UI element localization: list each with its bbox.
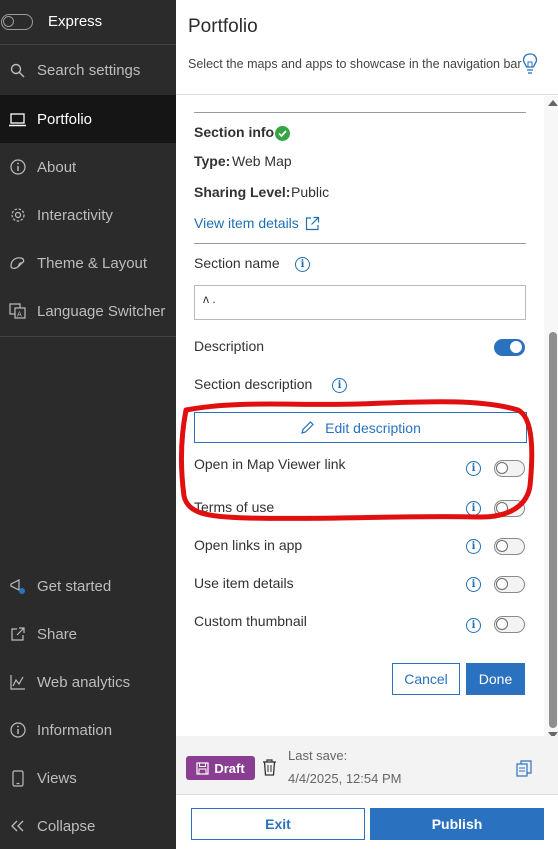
sidebar-item-label: Language Switcher — [37, 302, 166, 320]
view-item-details-link[interactable]: View item details — [194, 215, 299, 231]
open-links-in-app-toggle[interactable] — [494, 538, 525, 555]
exit-button[interactable]: Exit — [191, 808, 365, 840]
analytics-icon — [9, 674, 26, 691]
scrollbar-thumb[interactable] — [549, 332, 557, 728]
section-name-label: Section name — [194, 255, 280, 271]
open-map-viewer-label: Open in Map Viewer link — [194, 456, 346, 472]
type-value: Web Map — [232, 153, 292, 169]
footer-actions: Exit Publish — [176, 794, 558, 849]
search-icon — [9, 62, 26, 79]
sidebar-item-label: Interactivity — [37, 206, 113, 224]
open-links-in-app-label: Open links in app — [194, 537, 303, 553]
language-icon: A — [9, 303, 26, 320]
open-map-viewer-toggle[interactable] — [494, 460, 525, 477]
sidebar-item-label: Collapse — [37, 817, 96, 835]
page-title: Portfolio — [188, 16, 258, 37]
page-subtitle: Select the maps and apps to showcase in … — [188, 57, 522, 71]
type-label: Type: — [194, 153, 231, 169]
sidebar-item-label: About — [37, 158, 77, 176]
sidebar-item-label: Web analytics — [37, 673, 131, 691]
info-icon[interactable]: i — [466, 539, 481, 554]
chevrons-left-icon — [9, 818, 26, 835]
custom-thumbnail-toggle[interactable] — [494, 616, 525, 633]
search-settings[interactable]: Search settings — [0, 46, 176, 94]
lightbulb-icon[interactable] — [522, 52, 538, 81]
terms-of-use-toggle[interactable] — [494, 500, 525, 517]
section-description-label: Section description — [194, 376, 313, 392]
edit-description-button[interactable]: Edit description — [194, 412, 527, 443]
sidebar-item-portfolio[interactable]: Portfolio — [0, 95, 176, 143]
sidebar-item-label: Information — [37, 721, 113, 739]
use-item-details-label: Use item details — [194, 575, 294, 591]
info-icon[interactable]: i — [466, 577, 481, 592]
scroll-up-arrow[interactable] — [548, 100, 558, 106]
laptop-icon — [9, 111, 26, 128]
share-icon — [9, 626, 26, 643]
description-label: Description — [194, 338, 265, 354]
draft-badge: Draft — [186, 756, 255, 780]
trash-icon[interactable] — [262, 759, 277, 781]
check-circle-icon — [275, 126, 290, 146]
sidebar-item-label: Portfolio — [37, 110, 93, 128]
sidebar-item-language-switcher[interactable]: A Language Switcher — [0, 287, 176, 335]
last-save-label: Last save: — [288, 748, 348, 763]
sidebar-item-label: Views — [37, 769, 77, 787]
megaphone-icon — [9, 578, 26, 595]
sidebar-item-information[interactable]: Information — [0, 706, 176, 754]
sidebar-item-label: Theme & Layout — [37, 254, 148, 272]
sidebar-item-label: Get started — [37, 577, 112, 595]
section-info-label: Section info — [194, 124, 275, 140]
phone-icon — [9, 769, 26, 787]
express-mode-toggle-row[interactable]: Express — [0, 0, 176, 44]
info-icon[interactable]: i — [332, 378, 347, 393]
sidebar-item-interactivity[interactable]: Interactivity — [0, 191, 176, 239]
sidebar-item-collapse[interactable]: Collapse — [0, 802, 176, 849]
gear-icon — [9, 207, 26, 224]
panel-header: Portfolio Select the maps and apps to sh… — [176, 0, 558, 95]
edit-description-label: Edit description — [325, 419, 421, 436]
info-icon — [9, 159, 26, 176]
search-settings-label: Search settings — [37, 61, 141, 79]
sidebar-item-web-analytics[interactable]: Web analytics — [0, 658, 176, 706]
save-icon — [196, 761, 209, 775]
sidebar-item-theme-layout[interactable]: Theme & Layout — [0, 239, 176, 287]
copy-icon[interactable] — [516, 760, 532, 782]
section-name-input[interactable]: ᴧ . — [194, 285, 526, 320]
cancel-button[interactable]: Cancel — [392, 663, 460, 695]
info-icon[interactable]: i — [466, 461, 481, 476]
use-item-details-toggle[interactable] — [494, 576, 525, 593]
info-icon[interactable]: i — [295, 257, 310, 272]
description-toggle[interactable] — [494, 339, 525, 356]
section-settings-panel: Section info Type: Web Map Sharing Level… — [176, 96, 558, 738]
express-label: Express — [48, 13, 103, 30]
custom-thumbnail-label: Custom thumbnail — [194, 613, 307, 629]
sidebar-item-get-started[interactable]: Get started — [0, 562, 176, 610]
info-icon[interactable]: i — [466, 618, 481, 633]
terms-of-use-label: Terms of use — [194, 499, 275, 515]
save-status-bar: Draft Last save: 4/4/2025, 12:54 PM — [176, 736, 558, 794]
publish-button[interactable]: Publish — [370, 808, 544, 840]
info-icon[interactable]: i — [466, 501, 481, 516]
draft-label: Draft — [214, 760, 245, 776]
last-save-timestamp: 4/4/2025, 12:54 PM — [288, 771, 402, 786]
pencil-icon — [301, 421, 314, 434]
sidebar-item-about[interactable]: About — [0, 143, 176, 191]
sidebar-item-label: Share — [37, 625, 78, 643]
svg-text:A: A — [17, 311, 22, 319]
external-link-icon[interactable] — [305, 216, 320, 236]
sharing-level-value: Public — [291, 184, 330, 200]
sidebar-item-share[interactable]: Share — [0, 610, 176, 658]
sharing-level-label: Sharing Level: — [194, 184, 291, 200]
sidebar: Express Search settings Portfolio About … — [0, 0, 176, 849]
palette-icon — [9, 255, 26, 272]
info-icon — [9, 722, 26, 739]
express-toggle[interactable] — [1, 14, 33, 30]
done-button[interactable]: Done — [466, 663, 525, 695]
sidebar-item-views[interactable]: Views — [0, 754, 176, 802]
